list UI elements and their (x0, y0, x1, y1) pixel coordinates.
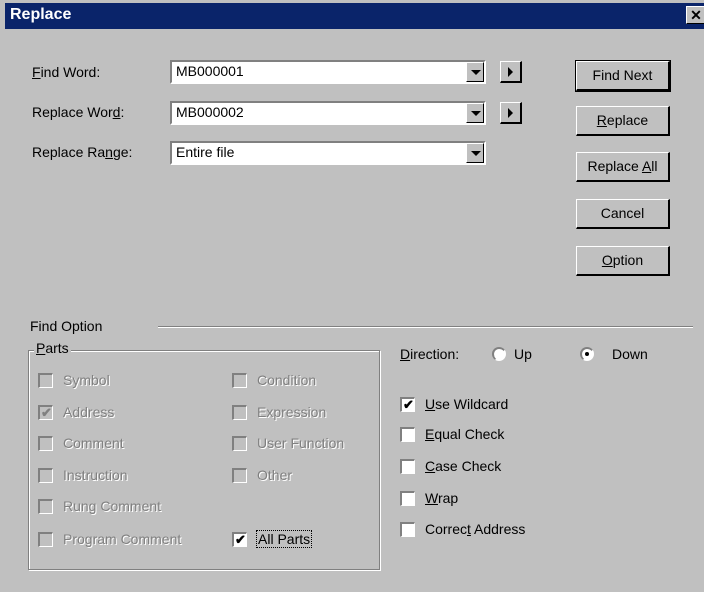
part-label: User Function (257, 435, 345, 451)
checkbox-box (38, 468, 53, 483)
find-word-value: MB000001 (176, 63, 244, 79)
part-label: Rung Comment (63, 498, 162, 514)
checkbox-box: ✔ (400, 397, 415, 412)
option-button[interactable]: Option (576, 246, 670, 276)
replace-all-button[interactable]: Replace All (576, 152, 670, 182)
checkbox-box (232, 468, 247, 483)
part-label: Symbol (63, 372, 110, 388)
close-icon[interactable]: ✕ (686, 6, 704, 24)
checkbox-box (38, 373, 53, 388)
direction-up-dot (492, 347, 506, 361)
option-label: Equal Check (425, 426, 505, 442)
replace-word-combobox[interactable]: MB000002 (170, 101, 486, 125)
find-option-separator (158, 326, 693, 328)
direction-down-dot (580, 347, 594, 361)
replace-word-menu-button[interactable] (500, 102, 522, 124)
window-title: Replace (10, 6, 72, 23)
checkbox-box (232, 405, 247, 420)
find-next-button[interactable]: Find Next (575, 60, 671, 92)
checkbox-box (400, 491, 415, 506)
part-label: Program Comment (63, 531, 182, 547)
radio-selected-dot (585, 352, 589, 356)
checkbox-box (400, 459, 415, 474)
find-word-combobox[interactable]: MB000001 (170, 60, 486, 84)
option-label: Correct Address (425, 521, 526, 537)
parts-group-title: Parts (34, 340, 71, 356)
find-word-label: Find Word: (32, 64, 101, 80)
find-word-dropdown-icon[interactable] (466, 62, 484, 82)
title-bar: Replace ✕ (5, 3, 704, 29)
replace-word-dropdown-icon[interactable] (466, 103, 484, 123)
replace-dialog: Replace ✕ Find Word: MB000001 Replace Wo… (0, 0, 704, 592)
check-mark-icon: ✔ (403, 397, 414, 412)
option-label: Case Check (425, 458, 502, 474)
part-label: Expression (257, 404, 327, 420)
checkbox-box (232, 373, 247, 388)
option-label: Use Wildcard (425, 396, 509, 412)
option-label: Wrap (425, 490, 459, 506)
check-mark-icon: ✔ (41, 405, 52, 420)
find-word-menu-button[interactable] (500, 61, 522, 83)
replace-word-value: MB000002 (176, 104, 244, 120)
checkbox-box (38, 532, 53, 547)
part-label: Instruction (63, 467, 128, 483)
checkbox-box: ✔ (232, 532, 247, 547)
part-label: Address (63, 404, 115, 420)
checkbox-box: ✔ (38, 405, 53, 420)
checkbox-box (400, 427, 415, 442)
checkbox-box (38, 499, 53, 514)
replace-range-label: Replace Range: (32, 144, 133, 160)
direction-label: Direction: (400, 346, 460, 362)
part-label: All Parts (255, 530, 313, 548)
replace-button[interactable]: Replace (576, 106, 670, 136)
direction-down-label: Down (612, 346, 648, 362)
check-mark-icon: ✔ (235, 532, 246, 547)
replace-range-dropdown-icon[interactable] (466, 143, 484, 163)
checkbox-box (400, 522, 415, 537)
part-label: Comment (63, 435, 124, 451)
replace-range-select[interactable]: Entire file (170, 141, 486, 165)
find-option-title: Find Option (30, 318, 103, 334)
part-label: Condition (257, 372, 317, 388)
replace-word-label: Replace Word: (32, 104, 125, 120)
cancel-button[interactable]: Cancel (576, 199, 670, 229)
part-label: Other (257, 467, 293, 483)
replace-range-value: Entire file (176, 144, 235, 160)
direction-up-label: Up (514, 346, 532, 362)
checkbox-box (232, 436, 247, 451)
checkbox-box (38, 436, 53, 451)
